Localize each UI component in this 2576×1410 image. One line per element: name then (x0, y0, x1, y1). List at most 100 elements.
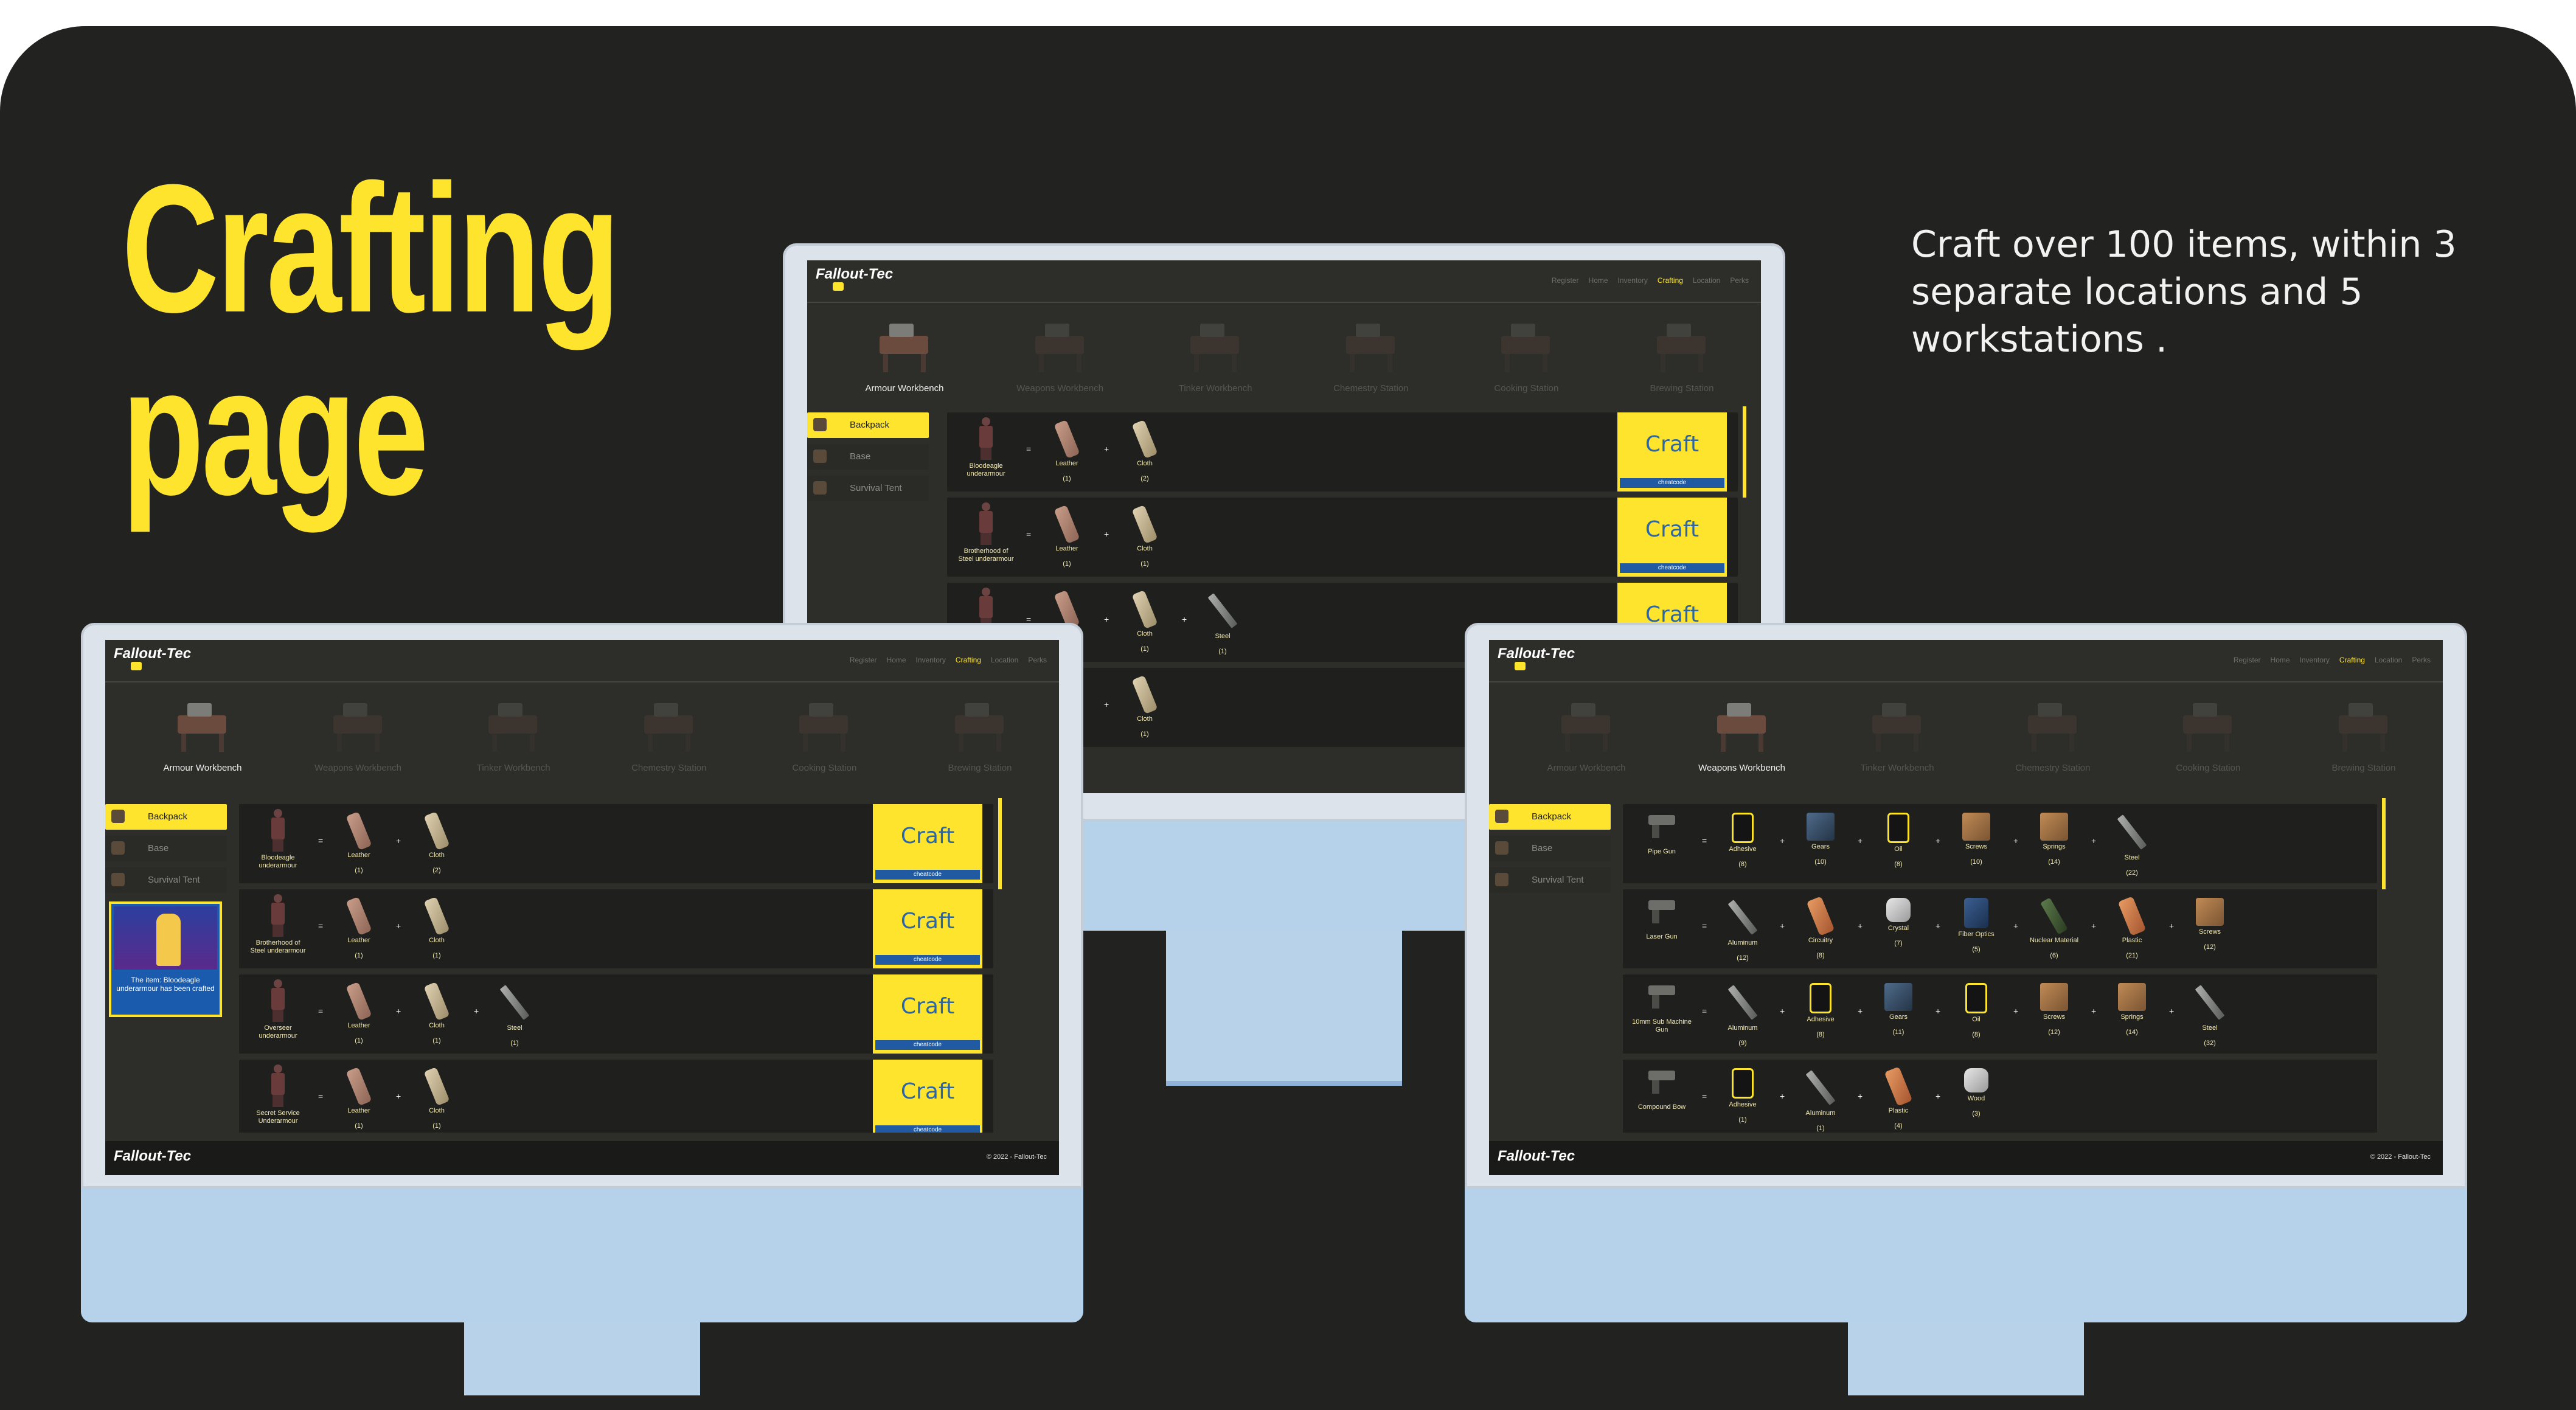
workstation-chemestry-station[interactable]: Chemestry Station (1992, 695, 2114, 786)
nav-link-perks[interactable]: Perks (2412, 656, 2431, 664)
ingredient: Plastic (4) (1865, 1066, 1932, 1130)
copyright-text: © 2022 - Fallout-Tec (2370, 1153, 2431, 1161)
nav-link-perks[interactable]: Perks (1028, 656, 1047, 664)
workstation-chemestry-station[interactable]: Chemestry Station (1310, 315, 1432, 406)
location-backpack[interactable]: Backpack (1489, 804, 1611, 830)
nav-link-location[interactable]: Location (1693, 276, 1720, 285)
footer-logo[interactable]: Fallout-Tec (1498, 1148, 1575, 1164)
wood-icon (1964, 1068, 1988, 1092)
nav-link-inventory[interactable]: Inventory (916, 656, 946, 664)
ingredient-quantity: (8) (1972, 1031, 1981, 1038)
craft-label: Craft (900, 1079, 955, 1104)
nav-link-register[interactable]: Register (850, 656, 877, 664)
screws-icon (2196, 898, 2224, 926)
cloth-icon (1131, 590, 1158, 629)
workstation-weapons-workbench[interactable]: Weapons Workbench (1681, 695, 1803, 786)
cheatcode-button[interactable]: cheatcode (1620, 563, 1724, 573)
craft-button[interactable]: Craft cheatcode (873, 974, 982, 1054)
location-label: Backpack (850, 420, 890, 430)
craft-label: Craft (1645, 432, 1699, 457)
ingredient: Screws (12) (2176, 898, 2243, 951)
craft-button[interactable]: Craft cheatcode (1617, 412, 1727, 491)
location-icon (111, 873, 125, 886)
workstation-weapons-workbench[interactable]: Weapons Workbench (297, 695, 419, 786)
nav-link-inventory[interactable]: Inventory (2300, 656, 2330, 664)
recipe-row: Overseer underarmour = Leather (1) + Cloth (1)… (239, 974, 993, 1054)
workstation-cooking-station[interactable]: Cooking Station (2147, 695, 2269, 786)
ingredient-name: Steel (2124, 854, 2140, 861)
aluminum-icon (1727, 985, 1758, 1020)
nav-link-crafting[interactable]: Crafting (1658, 276, 1683, 285)
workstation-brewing-station[interactable]: Brewing Station (919, 695, 1041, 786)
craft-button[interactable]: Craft cheatcode (873, 889, 982, 968)
nav-link-home[interactable]: Home (887, 656, 906, 664)
ingredient-name: Leather (1055, 460, 1078, 467)
ingredient: Adhesive (8) (1787, 983, 1854, 1039)
nav-link-home[interactable]: Home (1589, 276, 1608, 285)
workstation-label: Cooking Station (792, 763, 857, 773)
ingredient-quantity: (1) (355, 1122, 363, 1130)
plus-sign: + (2169, 921, 2175, 931)
workstation-cooking-station[interactable]: Cooking Station (1465, 315, 1587, 406)
ingredient-name: Cloth (429, 852, 445, 859)
location-label: Base (850, 451, 871, 462)
nav-link-crafting[interactable]: Crafting (2339, 656, 2365, 664)
app-logo[interactable]: Fallout-Tec (1498, 646, 1575, 662)
workstation-weapons-workbench[interactable]: Weapons Workbench (999, 315, 1121, 406)
cheatcode-button[interactable]: cheatcode (875, 955, 980, 965)
ingredient-quantity: (32) (2204, 1040, 2216, 1047)
cheatcode-button[interactable]: cheatcode (1620, 478, 1724, 488)
nav-link-location[interactable]: Location (991, 656, 1018, 664)
craft-button[interactable]: Craft cheatcode (873, 804, 982, 883)
workstation-tinker-workbench[interactable]: Tinker Workbench (453, 695, 574, 786)
app-logo[interactable]: Fallout-Tec (816, 266, 893, 282)
craft-button[interactable]: Craft cheatcode (873, 1060, 982, 1133)
workstation-label: Armour Workbench (1547, 763, 1626, 773)
nuclear-material-icon (2040, 897, 2068, 935)
cheatcode-button[interactable]: cheatcode (875, 1040, 980, 1050)
location-survival-tent[interactable]: Survival Tent (105, 867, 227, 893)
workstation-chemestry-station[interactable]: Chemestry Station (608, 695, 730, 786)
app-logo[interactable]: Fallout-Tec (114, 646, 191, 662)
cheatcode-button[interactable]: cheatcode (875, 1125, 980, 1133)
location-survival-tent[interactable]: Survival Tent (807, 476, 929, 501)
nav-link-perks[interactable]: Perks (1730, 276, 1749, 285)
nav-link-register[interactable]: Register (2234, 656, 2261, 664)
scrollbar[interactable] (998, 798, 1002, 889)
workstation-tinker-workbench[interactable]: Tinker Workbench (1154, 315, 1276, 406)
workstation-brewing-station[interactable]: Brewing Station (1621, 315, 1743, 406)
location-base[interactable]: Base (105, 836, 227, 861)
plus-sign: + (1104, 700, 1109, 709)
location-survival-tent[interactable]: Survival Tent (1489, 867, 1611, 893)
workstation-cooking-station[interactable]: Cooking Station (763, 695, 885, 786)
workstation-armour-workbench[interactable]: Armour Workbench (1526, 695, 1647, 786)
scrollbar[interactable] (2382, 798, 2386, 889)
ingredient-name: Aluminum (1727, 939, 1758, 946)
workstation-armour-workbench[interactable]: Armour Workbench (844, 315, 965, 406)
workstation-armour-workbench[interactable]: Armour Workbench (142, 695, 263, 786)
footer-logo[interactable]: Fallout-Tec (114, 1148, 191, 1164)
nav-link-inventory[interactable]: Inventory (1618, 276, 1648, 285)
ingredient-quantity: (8) (1816, 952, 1825, 959)
workstation-label: Weapons Workbench (1016, 383, 1104, 394)
craft-button[interactable]: Craft cheatcode (1617, 498, 1727, 577)
location-base[interactable]: Base (807, 444, 929, 470)
plus-sign: + (1858, 836, 1863, 846)
nav-link-register[interactable]: Register (1552, 276, 1579, 285)
ingredient-name: Leather (347, 1107, 370, 1114)
location-backpack[interactable]: Backpack (105, 804, 227, 830)
nav-link-crafting[interactable]: Crafting (956, 656, 981, 664)
springs-icon (2040, 813, 2068, 841)
scrollbar[interactable] (1743, 406, 1746, 498)
cloth-icon (423, 1067, 450, 1106)
plastic-icon (1884, 1066, 1913, 1106)
nav-link-location[interactable]: Location (2375, 656, 2402, 664)
location-backpack[interactable]: Backpack (807, 412, 929, 438)
nav-link-home[interactable]: Home (2271, 656, 2290, 664)
workstation-brewing-station[interactable]: Brewing Station (2303, 695, 2425, 786)
plus-sign: + (396, 921, 401, 931)
gears-icon (1807, 813, 1835, 841)
location-base[interactable]: Base (1489, 836, 1611, 861)
cheatcode-button[interactable]: cheatcode (875, 870, 980, 880)
workstation-tinker-workbench[interactable]: Tinker Workbench (1836, 695, 1958, 786)
